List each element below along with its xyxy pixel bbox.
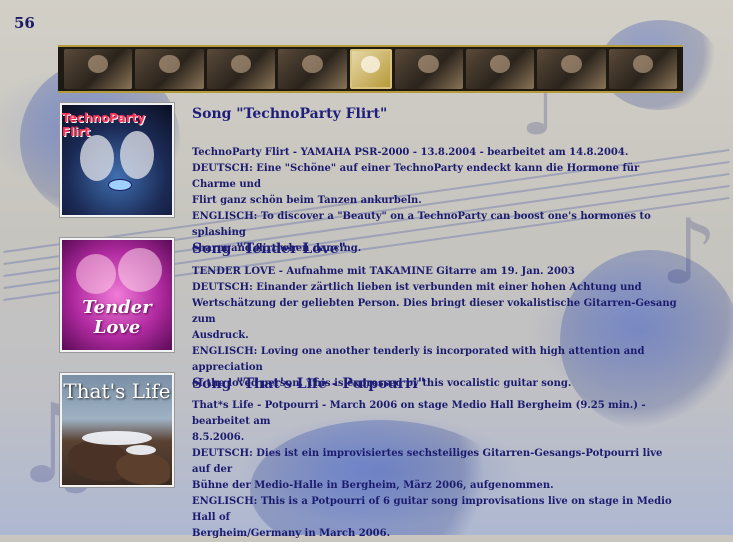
- song-description-line: Wertschätzung der geliebten Person. Dies…: [192, 298, 677, 325]
- song-description-line: Ausdruck.: [192, 330, 249, 341]
- filmstrip-frame: [64, 49, 133, 89]
- cover-surf: [82, 431, 152, 445]
- cover-surf: [126, 445, 156, 455]
- song-text: Song "Tender Love" TENDER LOVE - Aufnahm…: [192, 238, 682, 392]
- song-text: Song "TechnoParty Flirt" TechnoParty Fli…: [192, 103, 682, 257]
- cover-rock: [116, 453, 170, 485]
- filmstrip-frame: [206, 49, 276, 89]
- song-description-line: Bergheim/Germany in March 2006.: [192, 528, 391, 539]
- song-description-line: ENGLISCH: To discover a "Beauty" on a Te…: [192, 211, 651, 238]
- filmstrip-frame: [135, 49, 204, 89]
- song-description-line: Flirt ganz schön beim Tanzen ankurbeln.: [192, 195, 422, 206]
- song-description-line: 8.5.2006.: [192, 432, 245, 443]
- song-description-line: DEUTSCH: Eine "Schöne" auf einer TechnoP…: [192, 163, 640, 190]
- song-heading[interactable]: Song "TechnoParty Flirt": [192, 105, 682, 123]
- filmstrip-frame: [608, 49, 677, 89]
- filmstrip-frame-portrait: [349, 49, 392, 89]
- song-description-line: ENGLISCH: Loving one another tenderly is…: [192, 346, 645, 373]
- song-description-line: ENGLISCH: This is a Potpourri of 6 guita…: [192, 496, 672, 523]
- cover-title: Tender Love: [82, 297, 152, 338]
- album-cover-technoparty-flirt[interactable]: TechnoParty Flirt: [60, 103, 174, 217]
- filmstrip-frame: [278, 49, 347, 89]
- filmstrip-frame: [394, 49, 463, 89]
- cover-figure: [118, 248, 162, 292]
- photo-filmstrip: [58, 45, 683, 93]
- song-description-line: TENDER LOVE - Aufnahme mit TAKAMINE Gita…: [192, 266, 575, 277]
- song-description-line: TechnoParty Flirt - YAMAHA PSR-2000 - 13…: [192, 147, 629, 158]
- cover-figure: [80, 135, 114, 181]
- song-heading[interactable]: Song "Tender Love": [192, 240, 682, 258]
- song-description-line: DEUTSCH: Dies ist ein improvisiertes sec…: [192, 448, 663, 475]
- cover-title: That's Life: [63, 379, 171, 403]
- song-description-line: DEUTSCH: Einander zärtlich lieben ist ve…: [192, 282, 642, 293]
- cover-figure: [76, 254, 116, 294]
- cover-figure: [120, 131, 154, 179]
- album-cover-thats-life[interactable]: That's Life: [60, 373, 174, 487]
- song-description-line: Bühne der Medio-Halle in Bergheim, März …: [192, 480, 554, 491]
- filmstrip-frame: [465, 49, 535, 89]
- song-text: Song "That's Life - Potpourri" That*s Li…: [192, 373, 682, 542]
- page-number: 56: [14, 14, 35, 32]
- filmstrip-frame: [537, 49, 606, 89]
- song-description-line: That*s Life - Potpourri - March 2006 on …: [192, 400, 646, 427]
- cover-title: TechnoParty Flirt: [62, 111, 146, 139]
- eye-icon: [108, 179, 132, 191]
- album-cover-tender-love[interactable]: Tender Love: [60, 238, 174, 352]
- song-heading[interactable]: Song "That's Life - Potpourri": [192, 375, 682, 393]
